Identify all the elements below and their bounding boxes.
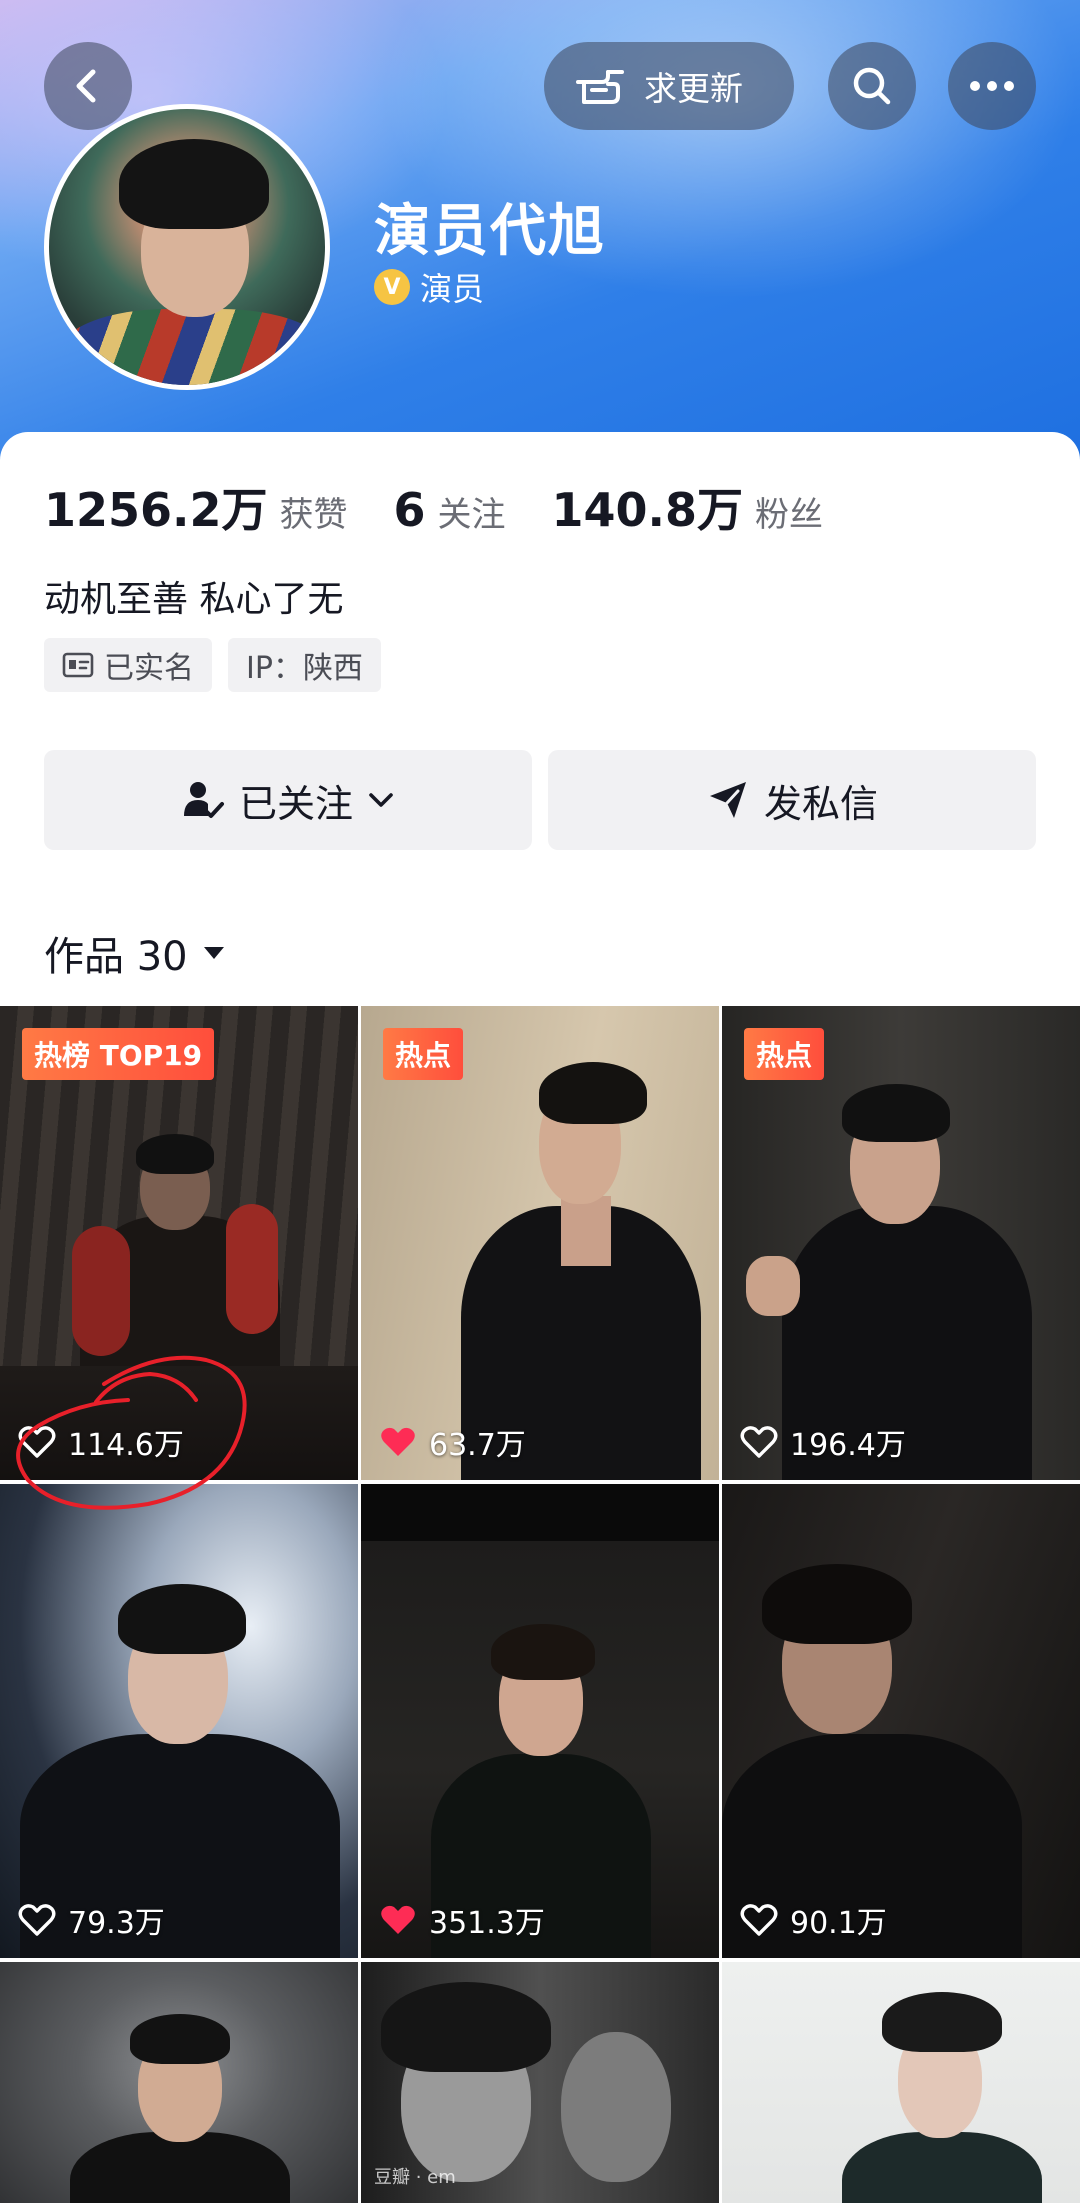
user-check-icon <box>183 782 224 818</box>
video-badge: 热点 <box>383 1028 464 1080</box>
tags-row: 已实名 IP：陕西 <box>44 638 381 692</box>
request-update-button[interactable]: 求更新 <box>544 42 794 130</box>
heart-filled-icon <box>381 1427 415 1456</box>
id-card-icon <box>62 652 94 678</box>
video-likes: 79.3万 <box>18 1898 165 1942</box>
ip-label: IP：陕西 <box>246 651 363 686</box>
video-badge: 热点 <box>744 1028 825 1080</box>
video-likes: 90.1万 <box>740 1898 887 1942</box>
works-tab[interactable]: 作品 30 <box>44 924 226 982</box>
profile-name: 演员代旭 <box>374 199 606 264</box>
video-tile[interactable]: 351.3万 <box>361 1484 719 1958</box>
verified-row: V 演员 <box>374 264 484 310</box>
avatar[interactable] <box>44 104 330 390</box>
chevron-down-icon <box>369 793 393 807</box>
video-likes-count: 90.1万 <box>790 1906 887 1941</box>
video-grid: 热榜 TOP19 114.6万 热点 63.7万 热点 196.4万 79.3万… <box>0 1006 1080 2203</box>
video-likes-count: 79.3万 <box>68 1906 165 1941</box>
video-badge: 热榜 TOP19 <box>22 1028 215 1080</box>
followers-count[interactable]: 140.8万 <box>552 474 744 540</box>
likes-label: 获赞 <box>279 495 348 535</box>
search-icon <box>853 67 891 105</box>
avatar-sweater <box>59 309 325 385</box>
follow-label: 已关注 <box>238 781 353 826</box>
profile-header: 求更新 演员代旭 V 演员 <box>0 0 1080 470</box>
followers-label: 粉丝 <box>755 495 824 535</box>
following-count[interactable]: 6 <box>394 483 426 537</box>
video-likes: 63.7万 <box>379 1420 526 1464</box>
watermark: 豆瓣 · em <box>374 2167 456 2188</box>
video-tile[interactable]: 90.1万 <box>722 1484 1080 1958</box>
video-tile[interactable]: 79.3万 <box>0 1484 358 1958</box>
message-label: 发私信 <box>763 781 878 826</box>
verified-badge-icon: V <box>374 269 410 305</box>
action-row: 已关注 发私信 <box>44 750 1036 850</box>
request-update-label: 求更新 <box>644 69 743 108</box>
video-likes: 196.4万 <box>740 1420 906 1464</box>
realname-label: 已实名 <box>104 651 194 686</box>
verified-title: 演员 <box>420 270 485 308</box>
stats-row: 1256.2万 获赞 6 关注 140.8万 粉丝 <box>44 474 869 540</box>
follow-button[interactable]: 已关注 <box>44 750 532 850</box>
video-likes: 351.3万 <box>379 1898 545 1942</box>
triangle-down-icon <box>203 947 224 959</box>
heart-outline-icon <box>740 1904 778 1936</box>
video-tile[interactable]: 热点 63.7万 <box>361 1006 719 1480</box>
more-button[interactable] <box>948 42 1036 130</box>
realname-tag: 已实名 <box>44 638 212 692</box>
annotation-circle <box>16 1355 247 1510</box>
ip-tag: IP：陕西 <box>228 638 381 692</box>
back-button[interactable] <box>44 42 132 130</box>
works-tab-label: 作品 30 <box>44 934 188 980</box>
video-tile[interactable] <box>722 1962 1080 2203</box>
more-dots-icon <box>970 81 1014 91</box>
video-tile[interactable]: 热点 196.4万 <box>722 1006 1080 1480</box>
paper-plane-icon <box>709 782 746 818</box>
heart-outline-icon <box>18 1904 56 1936</box>
avatar-hair <box>119 139 269 229</box>
heart-filled-icon <box>381 1905 415 1934</box>
search-button[interactable] <box>828 42 916 130</box>
pointing-hand-icon <box>576 70 624 104</box>
likes-count[interactable]: 1256.2万 <box>44 474 268 540</box>
bio: 动机至善 私心了无 <box>44 579 344 620</box>
video-likes-count: 196.4万 <box>790 1428 906 1463</box>
video-likes-count: 63.7万 <box>429 1428 526 1463</box>
video-likes-count: 351.3万 <box>429 1906 545 1941</box>
following-label: 关注 <box>437 495 506 535</box>
heart-outline-icon <box>740 1426 778 1458</box>
back-arrow-icon <box>76 69 96 103</box>
message-button[interactable]: 发私信 <box>548 750 1036 850</box>
video-tile[interactable] <box>0 1962 358 2203</box>
